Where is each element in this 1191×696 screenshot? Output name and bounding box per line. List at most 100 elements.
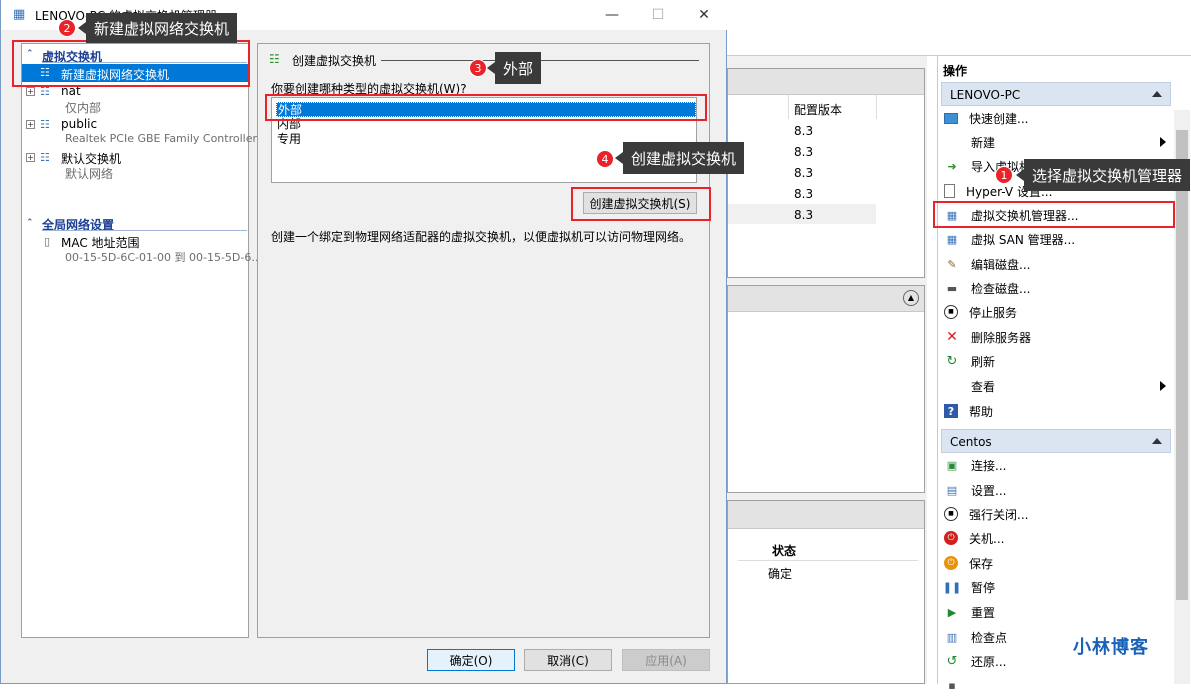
vm-config-version: 8.3 — [794, 166, 814, 180]
action-label: 检查点 — [971, 630, 1008, 645]
highlight-box-new-switch — [12, 40, 250, 87]
callout-3: 外部 — [486, 52, 542, 84]
save-icon: ⏻ — [944, 556, 958, 570]
pane-heading: 创建虚拟交换机 — [292, 54, 377, 68]
action-new[interactable]: 新建 — [944, 131, 1168, 153]
action-label: 停止服务 — [969, 305, 1018, 320]
collapse-up-icon[interactable]: ▲ — [903, 290, 919, 306]
vm-list-panel: 配置版本 8.3 8.3 8.3 8.3 8.3 — [727, 68, 925, 278]
inspect-disk-icon: ▬ — [946, 281, 958, 295]
expand-icon[interactable]: + — [26, 87, 35, 96]
highlight-box-external — [265, 94, 707, 121]
action-more[interactable]: ▪ — [944, 674, 1168, 696]
tree-item-sub: 仅内部 — [65, 101, 102, 115]
action-label: 关机... — [969, 531, 1005, 546]
vm-config-version: 8.3 — [794, 208, 814, 222]
watermark-logo: 小林博客 — [1073, 637, 1149, 658]
action-settings[interactable]: ▤ 设置... — [944, 479, 1168, 501]
action-label: 连接... — [971, 458, 1007, 473]
action-help[interactable]: ? 帮助 — [944, 400, 1168, 422]
action-label: 还原... — [971, 654, 1007, 669]
callout-text: 创建虚拟交换机 — [631, 149, 737, 168]
action-label: 设置... — [971, 483, 1007, 498]
action-remove-server[interactable]: ✕ 删除服务器 — [944, 326, 1168, 348]
action-turn-off[interactable]: ■ 强行关闭... — [944, 503, 1168, 525]
turn-off-icon: ■ — [944, 507, 958, 521]
scrollbar-thumb[interactable] — [1176, 130, 1188, 600]
refresh-icon: ↻ — [946, 353, 958, 369]
details-panel: 状态 确定 — [727, 500, 925, 684]
san-icon: ▦ — [946, 232, 958, 246]
mac-address-icon: ▯ — [44, 235, 51, 248]
action-label: 保存 — [969, 556, 994, 571]
callout-text: 外部 — [503, 59, 534, 78]
details-header — [728, 501, 924, 529]
section-label: Centos — [950, 435, 992, 449]
status-header: 状态 — [772, 544, 797, 558]
edit-disk-icon: ✎ — [947, 257, 957, 271]
maximize-button[interactable]: ☐ — [635, 0, 681, 30]
checkpoints-header — [728, 286, 924, 312]
action-connect[interactable]: ▣ 连接... — [944, 454, 1168, 476]
switch-manager-icon: ▦ — [13, 7, 26, 22]
category-divider — [42, 230, 247, 231]
apply-button[interactable]: 应用(A) — [622, 649, 710, 671]
action-label: 帮助 — [969, 404, 994, 419]
settings-icon: ▤ — [946, 483, 958, 497]
delete-icon: ✕ — [946, 329, 958, 345]
actions-pane: 操作 LENOVO-PC 快速创建... 新建 ➜导入虚拟机... Hyper-… — [937, 56, 1191, 691]
step-badge-4: 4 — [596, 150, 614, 168]
section-lenovo-pc[interactable]: LENOVO-PC — [941, 82, 1171, 106]
action-virtual-san-manager[interactable]: ▦ 虚拟 SAN 管理器... — [944, 228, 1168, 250]
action-save[interactable]: ⏻ 保存 — [944, 552, 1168, 574]
collapse-icon[interactable] — [1152, 438, 1162, 444]
vm-list-header — [728, 69, 924, 95]
ok-button[interactable]: 确定(O) — [427, 649, 515, 671]
vm-config-version: 8.3 — [794, 145, 814, 159]
network-add-icon: ☷ — [269, 52, 280, 66]
action-label: 检查磁盘... — [971, 281, 1031, 296]
cancel-button[interactable]: 取消(C) — [524, 649, 612, 671]
action-label: 编辑磁盘... — [971, 257, 1031, 272]
collapse-chevron-icon[interactable]: ⌃ — [26, 218, 34, 228]
import-icon: ➜ — [947, 159, 957, 173]
callout-text: 选择虚拟交换机管理器 — [1032, 166, 1183, 185]
action-view[interactable]: 查看 — [944, 375, 1168, 397]
action-refresh[interactable]: ↻ 刷新 — [944, 350, 1168, 372]
reset-icon: ▶ — [947, 605, 957, 619]
action-reset[interactable]: ▶ 重置 — [944, 601, 1168, 623]
close-button[interactable]: ✕ — [681, 0, 727, 30]
section-label: LENOVO-PC — [950, 88, 1021, 102]
minimize-button[interactable]: — — [589, 0, 635, 30]
action-inspect-disk[interactable]: ▬ 检查磁盘... — [944, 277, 1168, 299]
vm-config-version: 8.3 — [794, 124, 814, 138]
checkpoints-panel: ▲ — [727, 285, 925, 493]
action-label: 快速创建... — [969, 111, 1029, 126]
stop-icon: ■ — [944, 305, 958, 319]
actions-title: 操作 — [943, 64, 968, 78]
action-label: 虚拟 SAN 管理器... — [971, 232, 1076, 247]
section-centos[interactable]: Centos — [941, 429, 1171, 453]
tree-item-public[interactable]: public — [61, 117, 97, 131]
switch-tree-panel: ⌃ 虚拟交换机 ☷ 新建虚拟网络交换机 + ☷ nat 仅内部 + ☷ publ… — [21, 43, 262, 638]
action-edit-disk[interactable]: ✎ 编辑磁盘... — [944, 253, 1168, 275]
action-pause[interactable]: ❚❚ 暂停 — [942, 576, 1168, 598]
settings-doc-icon — [944, 184, 955, 198]
expand-icon[interactable]: + — [26, 153, 35, 162]
action-label: 刷新 — [971, 354, 996, 369]
action-shutdown[interactable]: ⏻ 关机... — [944, 527, 1168, 549]
revert-icon: ↺ — [946, 653, 958, 669]
network-switch-icon: ☷ — [40, 151, 50, 164]
expand-icon[interactable]: + — [26, 120, 35, 129]
action-label: 查看 — [971, 379, 996, 394]
action-stop-service[interactable]: ■ 停止服务 — [944, 301, 1168, 323]
submenu-arrow-icon — [1160, 381, 1166, 391]
connect-icon: ▣ — [946, 458, 958, 472]
pause-icon: ❚❚ — [942, 580, 962, 594]
step-badge-3: 3 — [469, 59, 487, 77]
vm-config-version: 8.3 — [794, 187, 814, 201]
callout-2: 新建虚拟网络交换机 — [77, 13, 238, 43]
action-quick-create[interactable]: 快速创建... — [944, 107, 1168, 129]
submenu-arrow-icon — [1160, 137, 1166, 147]
collapse-icon[interactable] — [1152, 91, 1162, 97]
